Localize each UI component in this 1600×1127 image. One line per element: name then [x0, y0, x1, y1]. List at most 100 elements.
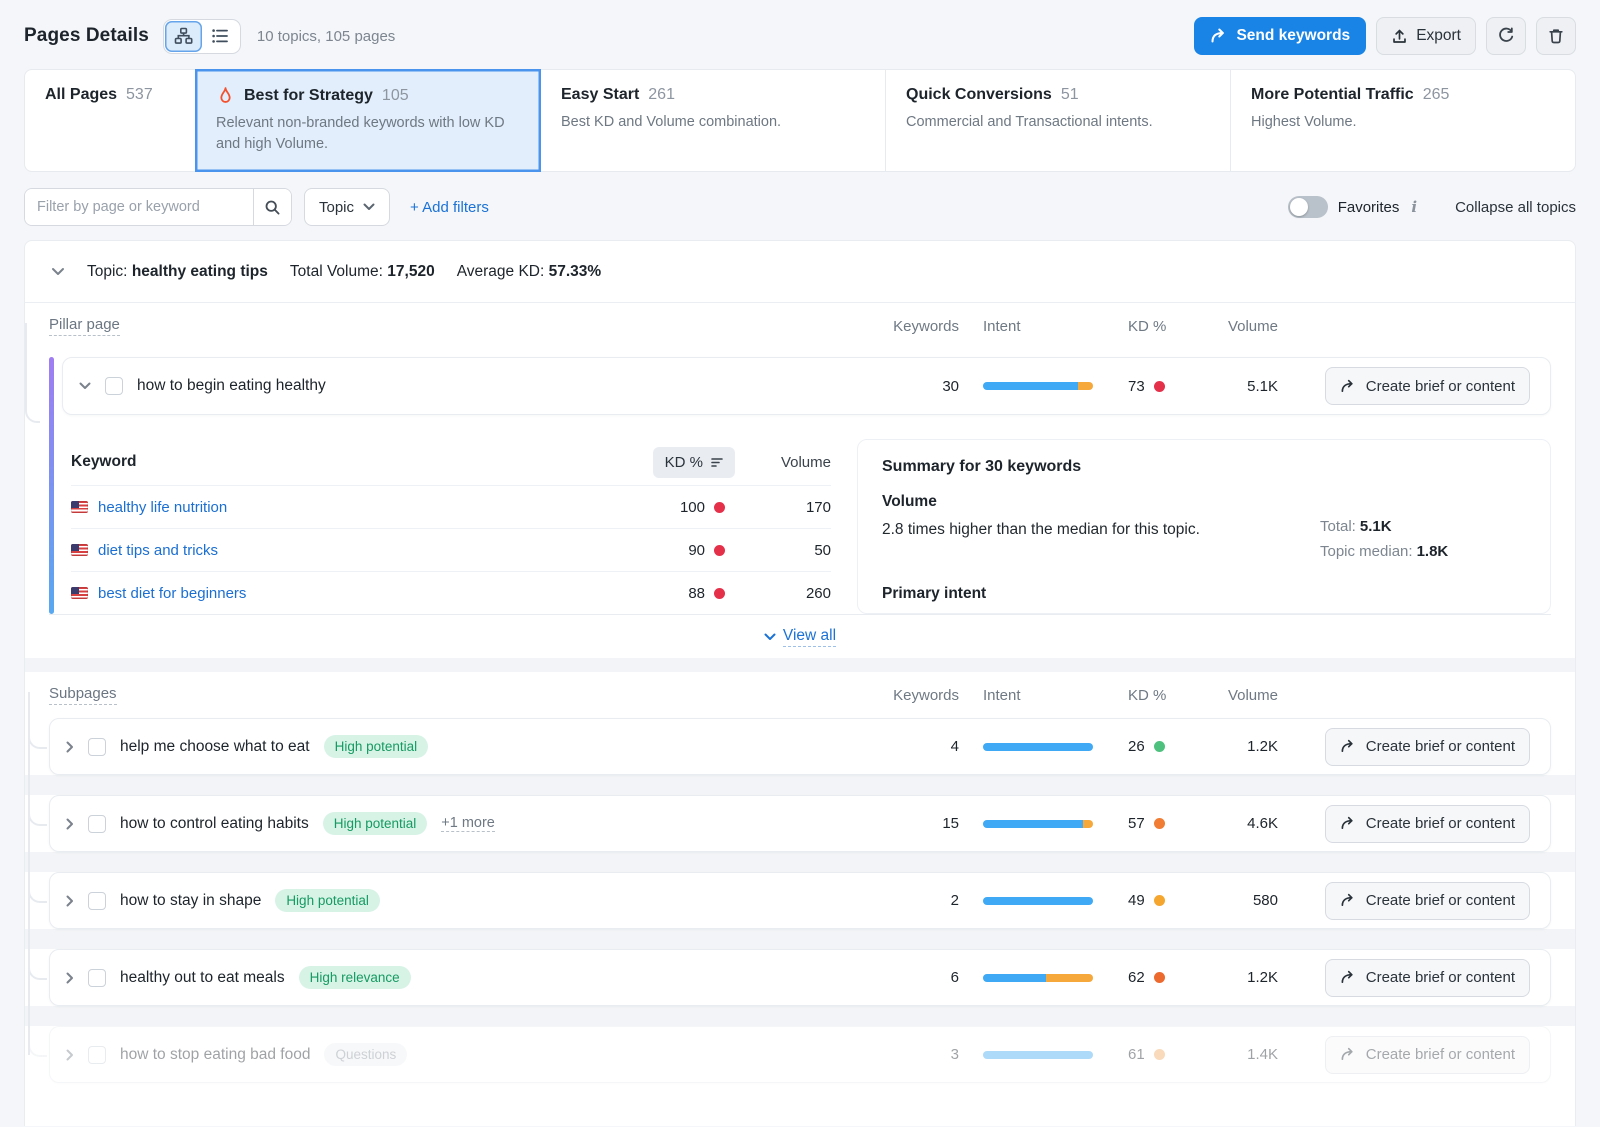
view-all-row: View all	[49, 614, 1551, 658]
collapse-all-topics-link[interactable]: Collapse all topics	[1455, 199, 1576, 216]
column-kd: KD %	[1124, 687, 1216, 704]
kd-dot	[714, 545, 725, 556]
subpage-title: how to control eating habits	[120, 815, 309, 833]
keyword-table: Keyword KD % Volume healthy life nutriti…	[71, 439, 831, 614]
column-headers: Keywords Intent KD % Volume	[855, 318, 1530, 335]
pillar-page-label: Pillar page	[49, 316, 120, 336]
subpage-checkbox[interactable]	[88, 969, 106, 987]
intent-bar	[983, 382, 1093, 390]
volume-column-header: Volume	[735, 454, 831, 471]
topic-collapse-chevron[interactable]	[51, 267, 65, 276]
sort-descending-icon	[711, 457, 723, 467]
chevron-right-icon[interactable]	[66, 972, 74, 984]
summary-total-value: 5.1K	[1360, 518, 1392, 535]
topic-average-kd: Average KD: 57.33%	[457, 263, 602, 281]
topic-header: Topic: healthy eating tips Total Volume:…	[25, 241, 1575, 303]
favorites-toggle[interactable]	[1288, 196, 1328, 218]
add-filters-link[interactable]: + Add filters	[410, 199, 489, 216]
chevron-down-icon[interactable]	[79, 382, 91, 390]
tab-easy-start[interactable]: Easy Start261 Best KD and Volume combina…	[540, 69, 886, 172]
tab-quick-conversions[interactable]: Quick Conversions51 Commercial and Trans…	[885, 69, 1231, 172]
tree-view-button[interactable]	[165, 21, 202, 52]
topic-card: Topic: healthy eating tips Total Volume:…	[24, 240, 1576, 1126]
create-brief-button[interactable]: Create brief or content	[1325, 1036, 1530, 1074]
tab-all-pages[interactable]: All Pages537	[24, 69, 196, 172]
tab-more-potential-traffic[interactable]: More Potential Traffic265 Highest Volume…	[1230, 69, 1576, 172]
intent-bar	[983, 820, 1093, 828]
row-gap	[25, 775, 1575, 795]
favorites-label: Favorites	[1338, 199, 1400, 216]
subpage-checkbox[interactable]	[88, 738, 106, 756]
intent-bar	[983, 974, 1093, 982]
subpages-section-header: Subpages Keywords Intent KD % Volume	[49, 672, 1551, 718]
topic-name: Topic: healthy eating tips	[87, 263, 268, 281]
subpage-rows: help me choose what to eat High potentia…	[49, 718, 1551, 1083]
kd-dot	[1154, 741, 1165, 752]
chevron-right-icon[interactable]	[66, 741, 74, 753]
column-volume: Volume	[1216, 687, 1278, 704]
pillar-accent-bar	[49, 357, 54, 614]
trash-icon	[1547, 27, 1565, 45]
us-flag-icon	[71, 501, 88, 513]
subpage-checkbox[interactable]	[88, 815, 106, 833]
keyword-link[interactable]: healthy life nutrition	[71, 499, 605, 516]
questions-badge: Questions	[324, 1043, 407, 1066]
send-arrow-icon	[1210, 28, 1227, 44]
more-badges-link[interactable]: +1 more	[441, 815, 495, 832]
refresh-icon	[1497, 27, 1515, 45]
chevron-right-icon[interactable]	[66, 818, 74, 830]
delete-button[interactable]	[1536, 17, 1576, 55]
pillar-page-title: how to begin eating healthy	[137, 377, 326, 395]
kd-sort-header[interactable]: KD %	[653, 447, 735, 478]
us-flag-icon	[71, 587, 88, 599]
search-button[interactable]	[253, 189, 291, 225]
tree-view-icon	[174, 27, 193, 45]
subpage-row[interactable]: healthy out to eat meals High relevance …	[49, 949, 1551, 1006]
chevron-right-icon[interactable]	[66, 895, 74, 907]
list-view-button[interactable]	[202, 21, 239, 52]
subpage-row[interactable]: how to stop eating bad food Questions 3 …	[49, 1026, 1551, 1083]
topics-pages-count: 10 topics, 105 pages	[257, 28, 395, 45]
subpages-section: Subpages Keywords Intent KD % Volume hel…	[25, 672, 1575, 1083]
send-keywords-button[interactable]: Send keywords	[1194, 17, 1366, 55]
create-brief-button[interactable]: Create brief or content	[1325, 805, 1530, 843]
refresh-button[interactable]	[1486, 17, 1526, 55]
search-input[interactable]	[25, 189, 253, 225]
pillar-kd-value: 73	[1128, 378, 1145, 395]
column-intent: Intent	[959, 687, 1124, 704]
subpage-row[interactable]: help me choose what to eat High potentia…	[49, 718, 1551, 775]
create-brief-button[interactable]: Create brief or content	[1325, 728, 1530, 766]
create-brief-button[interactable]: Create brief or content	[1325, 882, 1530, 920]
subpage-row[interactable]: how to control eating habits High potent…	[49, 795, 1551, 852]
export-button[interactable]: Export	[1376, 17, 1476, 55]
keyword-link[interactable]: diet tips and tricks	[71, 542, 605, 559]
top-actions: Send keywords Export	[1194, 17, 1576, 55]
summary-volume-text: 2.8 times higher than the median for thi…	[882, 518, 1274, 568]
topic-dropdown[interactable]: Topic	[304, 188, 390, 226]
info-icon[interactable]: i	[1409, 198, 1419, 216]
summary-stats: Total:5.1K Topic median:1.8K	[1320, 518, 1448, 568]
keyword-link[interactable]: best diet for beginners	[71, 585, 605, 602]
summary-title: Summary for 30 keywords	[882, 458, 1526, 476]
chevron-down-icon	[363, 203, 375, 211]
subpages-label: Subpages	[49, 685, 117, 705]
summary-median-value: 1.8K	[1417, 543, 1449, 560]
summary-volume-heading: Volume	[882, 493, 1526, 511]
us-flag-icon	[71, 544, 88, 556]
subpage-row[interactable]: how to stay in shape High potential 2 49…	[49, 872, 1551, 929]
pillar-section-header: Pillar page Keywords Intent KD % Volume	[49, 303, 1551, 349]
subpage-checkbox[interactable]	[88, 892, 106, 910]
subpage-checkbox[interactable]	[88, 1046, 106, 1064]
chevron-right-icon[interactable]	[66, 1049, 74, 1061]
view-all-link[interactable]: View all	[783, 627, 836, 647]
tab-best-for-strategy[interactable]: Best for Strategy105 Relevant non-brande…	[195, 69, 541, 172]
row-gap	[25, 852, 1575, 872]
pillar-checkbox[interactable]	[105, 377, 123, 395]
kd-dot	[1154, 381, 1165, 392]
page-filter-tabs: All Pages537 Best for Strategy105 Releva…	[24, 69, 1576, 172]
pillar-volume: 5.1K	[1216, 378, 1278, 395]
create-brief-button[interactable]: Create brief or content	[1325, 959, 1530, 997]
intent-bar	[983, 1051, 1093, 1059]
create-brief-button[interactable]: Create brief or content	[1325, 367, 1530, 405]
pillar-row[interactable]: how to begin eating healthy 30 73 5.1K C…	[62, 357, 1551, 415]
